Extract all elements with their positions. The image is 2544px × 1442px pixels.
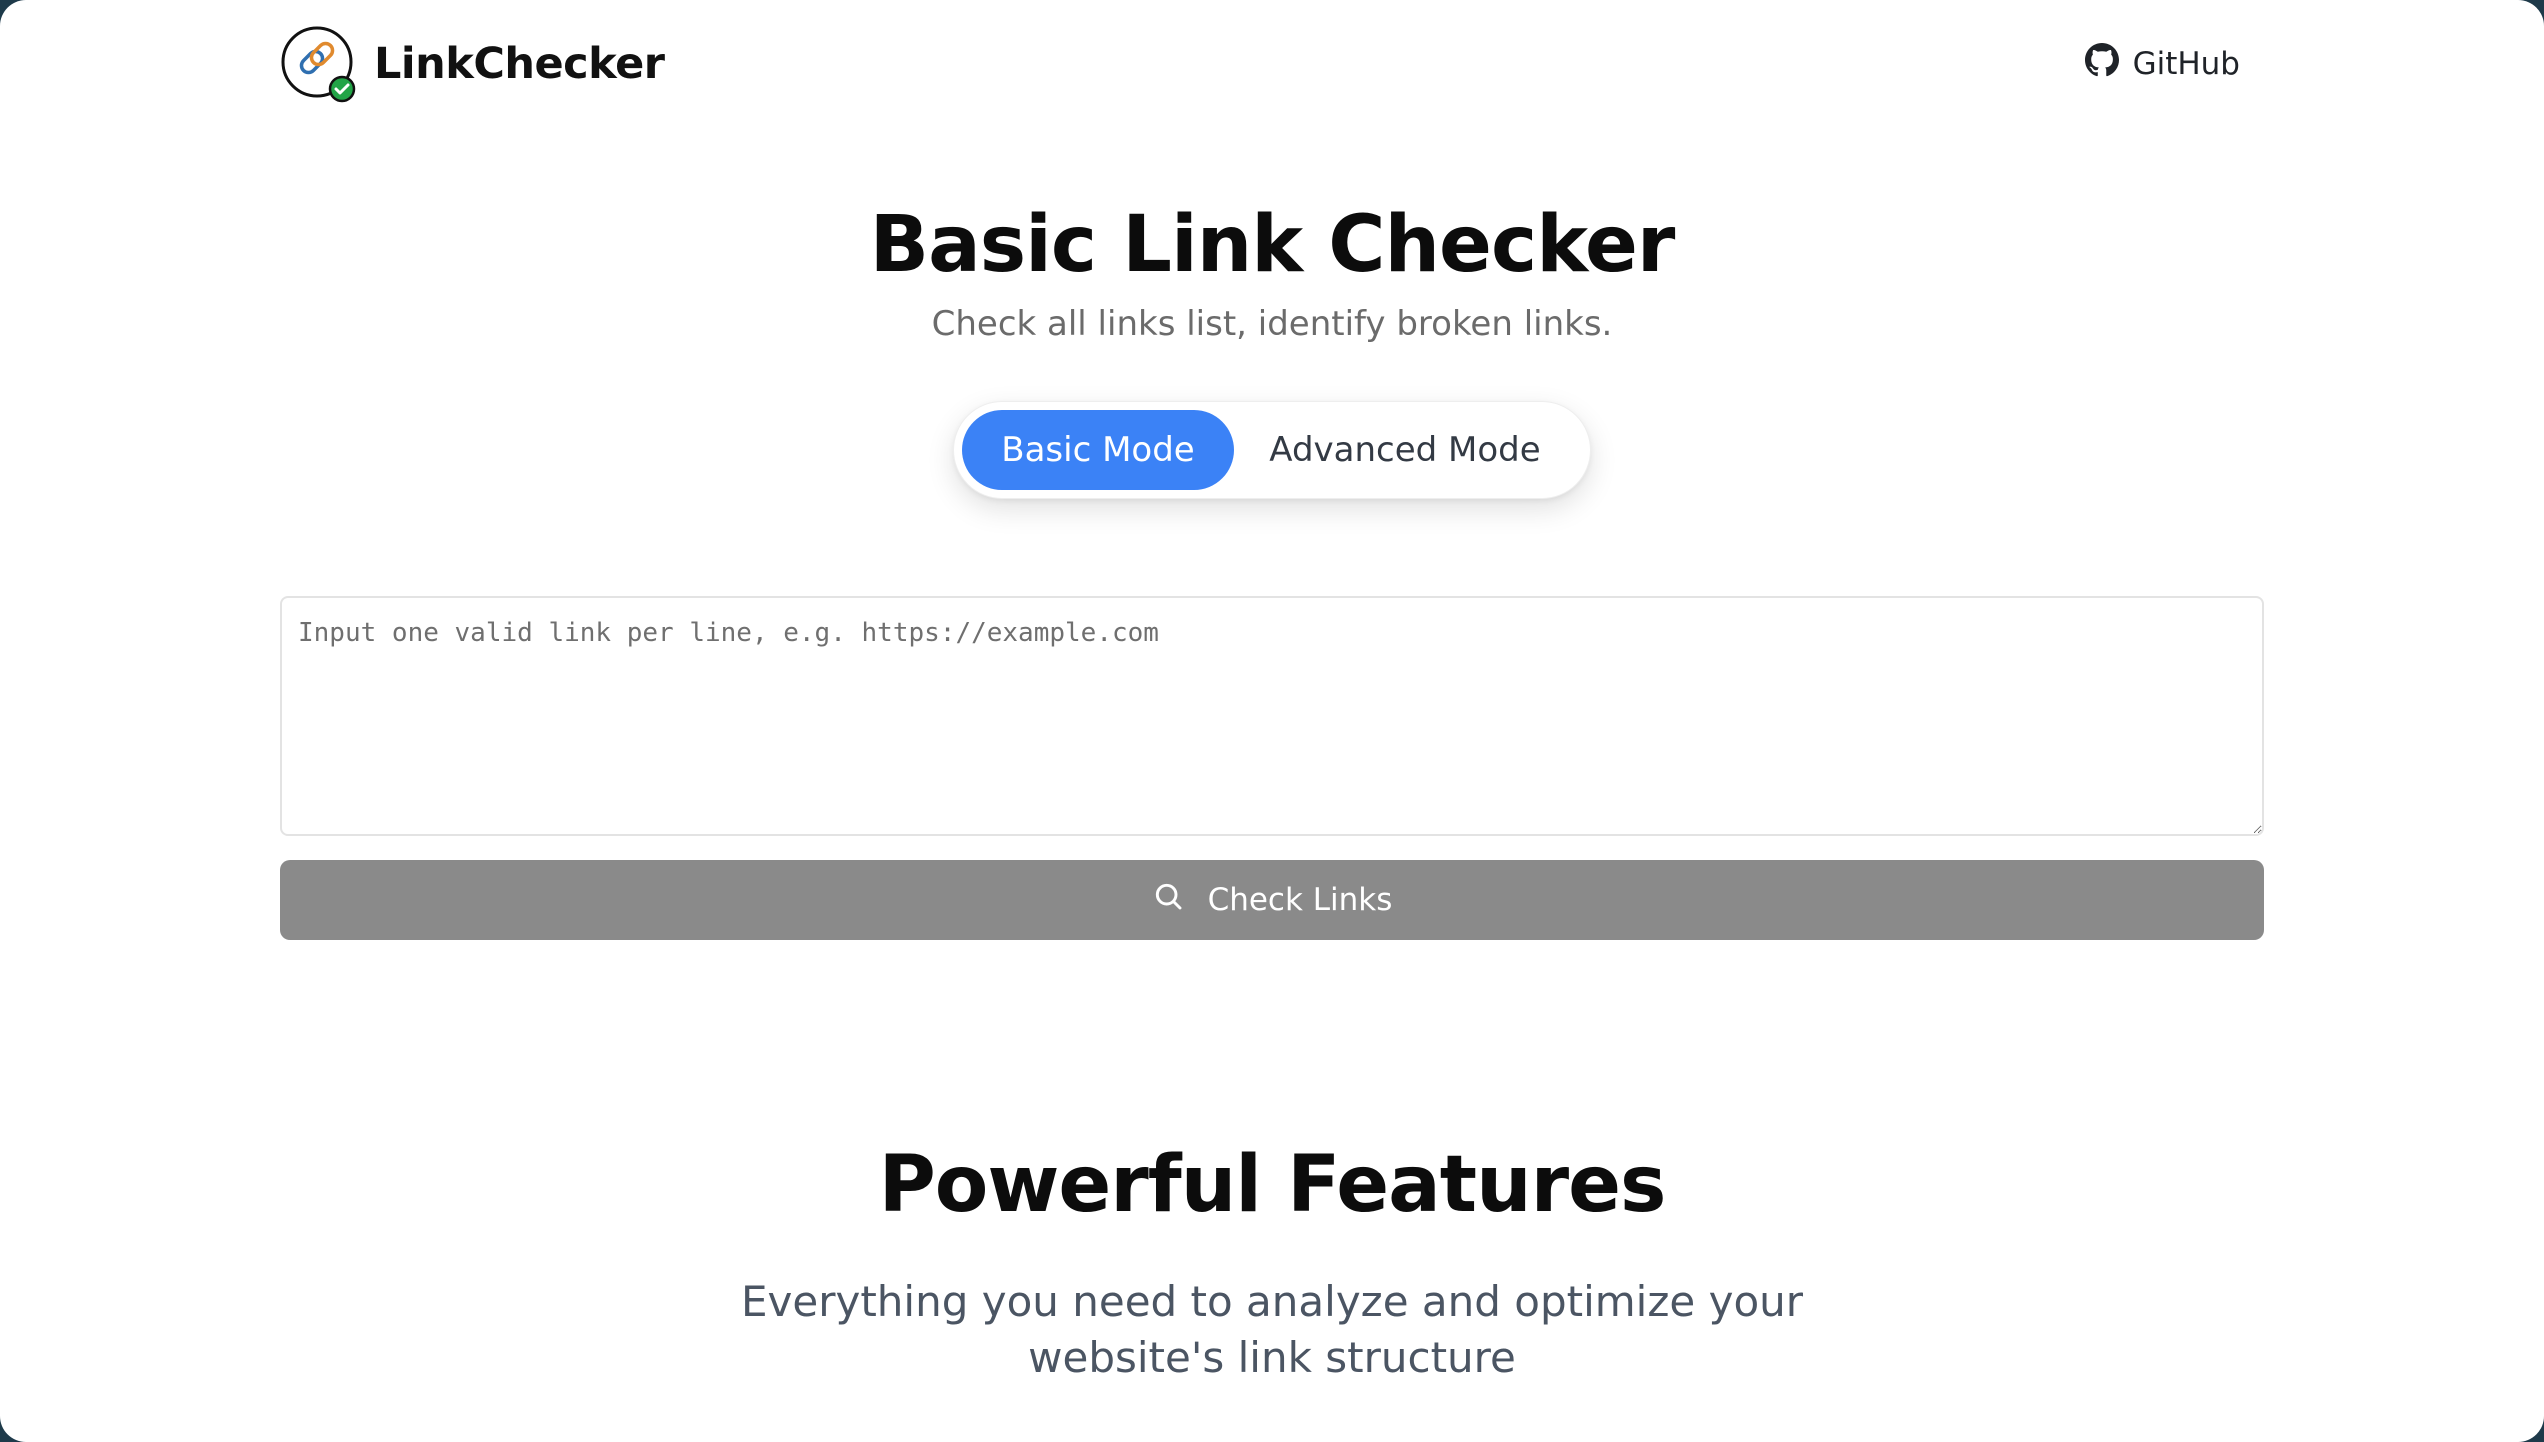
github-label: GitHub: [2132, 46, 2240, 82]
basic-mode-button[interactable]: Basic Mode: [962, 410, 1234, 490]
github-icon: [2084, 43, 2119, 85]
features-subtitle: Everything you need to analyze and optim…: [740, 1277, 1804, 1382]
link-checker-logo-icon: [280, 25, 356, 103]
page: LinkChecker GitHub Basic Link Checker Ch…: [0, 0, 2544, 1442]
links-input[interactable]: [280, 596, 2264, 836]
mode-toggle: Basic Mode Advanced Mode: [953, 401, 1591, 499]
brand-name: LinkChecker: [374, 39, 665, 89]
brand[interactable]: LinkChecker: [280, 25, 665, 103]
github-link[interactable]: GitHub: [2084, 43, 2240, 85]
site-header: LinkChecker GitHub: [280, 22, 2240, 106]
check-links-button[interactable]: Check Links: [280, 860, 2264, 940]
page-title: Basic Link Checker: [869, 200, 1676, 290]
search-icon: [1152, 880, 1184, 920]
features-title: Powerful Features: [878, 1140, 1667, 1230]
check-links-label: Check Links: [1207, 882, 1393, 918]
page-subtitle: Check all links list, identify broken li…: [931, 304, 1613, 344]
advanced-mode-button[interactable]: Advanced Mode: [1234, 410, 1576, 490]
